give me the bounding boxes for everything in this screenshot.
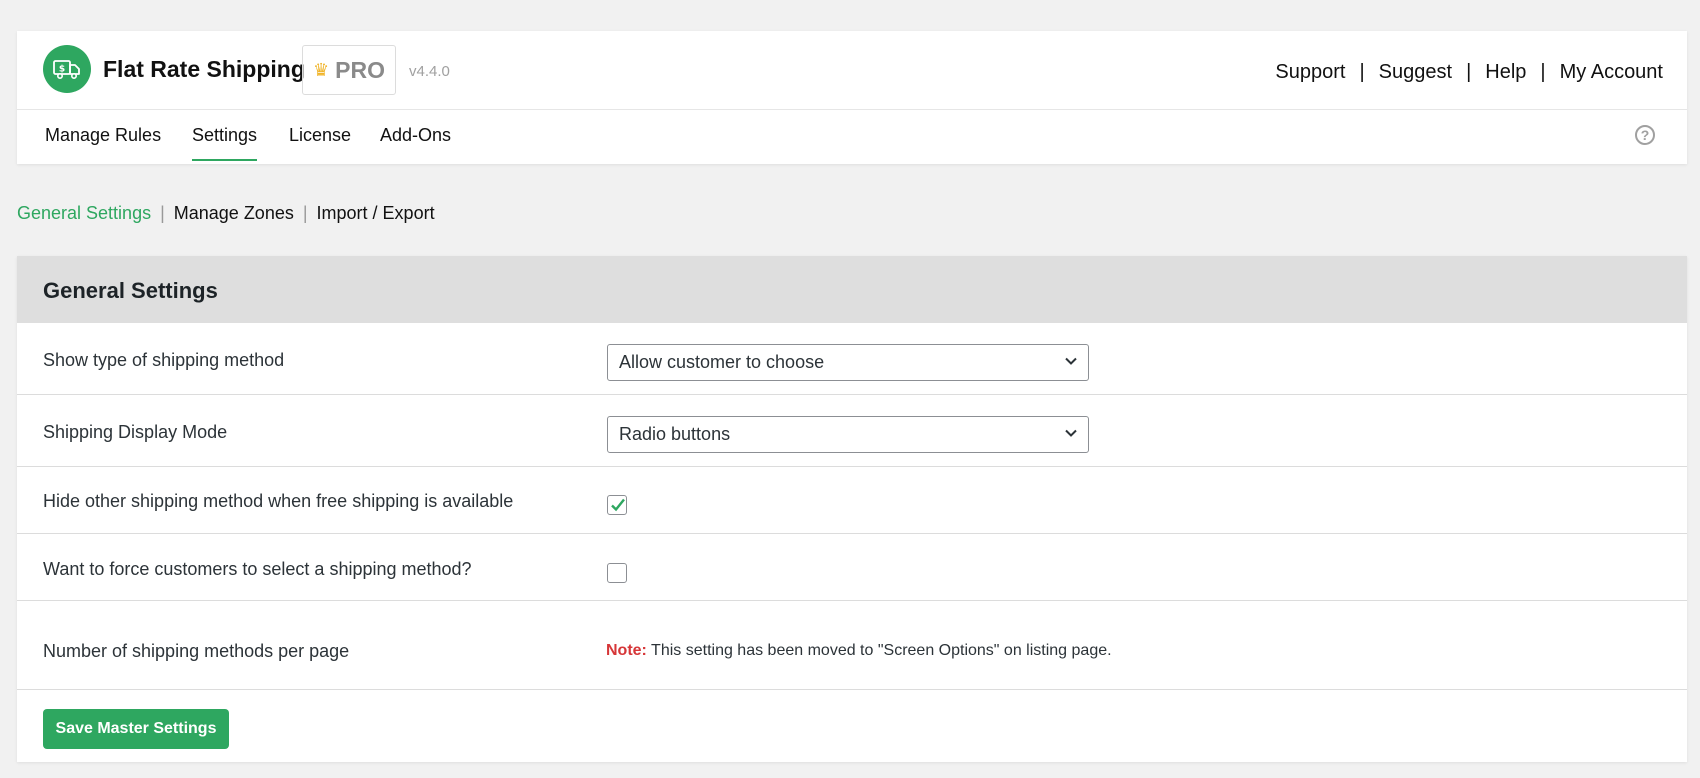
note-label: Note: — [606, 642, 647, 659]
subnav-separator: | — [160, 203, 165, 223]
setting-row-force-select: Want to force customers to select a ship… — [17, 534, 1687, 601]
link-separator: | — [1540, 61, 1546, 83]
setting-label: Want to force customers to select a ship… — [43, 559, 472, 579]
settings-subnav: General Settings | Manage Zones | Import… — [17, 203, 435, 224]
select-value: Radio buttons — [619, 424, 731, 444]
subnav-manage-zones[interactable]: Manage Zones — [174, 203, 294, 224]
subnav-general-settings[interactable]: General Settings — [17, 203, 151, 224]
checkmark-icon — [611, 498, 625, 512]
force-select-checkbox[interactable] — [607, 563, 627, 583]
link-separator: | — [1466, 61, 1472, 83]
select-value: Allow customer to choose — [619, 352, 825, 372]
note-text: This setting has been moved to "Screen O… — [646, 642, 1112, 659]
subnav-import-export[interactable]: Import / Export — [317, 203, 435, 224]
panel-title: General Settings — [43, 278, 218, 303]
header-links: Support | Suggest | Help | My Account — [1275, 61, 1663, 84]
tab-add-ons[interactable]: Add-Ons — [380, 125, 451, 159]
setting-row-display-mode: Shipping Display Mode Radio buttons — [17, 395, 1687, 467]
my-account-link[interactable]: My Account — [1560, 61, 1663, 84]
general-settings-panel: General Settings Show type of shipping m… — [17, 256, 1687, 762]
link-separator: | — [1359, 61, 1365, 83]
subnav-separator: | — [302, 203, 308, 223]
main-nav: Manage Rules Settings License Add-Ons ? — [17, 110, 1687, 165]
pro-badge[interactable]: ♛ PRO — [302, 45, 396, 95]
version-label: v4.4.0 — [409, 63, 450, 80]
tab-manage-rules[interactable]: Manage Rules — [45, 125, 161, 159]
tab-settings[interactable]: Settings — [192, 125, 258, 161]
suggest-link[interactable]: Suggest — [1379, 61, 1452, 84]
help-link[interactable]: Help — [1485, 61, 1526, 84]
shipping-truck-logo-icon: $ — [43, 45, 91, 93]
pro-label: PRO — [335, 56, 385, 83]
setting-row-shipping-method-type: Show type of shipping method Allow custo… — [17, 323, 1687, 395]
setting-label: Number of shipping methods per page — [43, 641, 350, 661]
app-title: Flat Rate Shipping — [103, 56, 305, 82]
setting-label: Hide other shipping method when free shi… — [43, 491, 514, 511]
plugin-header: $ Flat Rate Shipping ♛ PRO v4.4.0 Suppor… — [17, 31, 1687, 164]
chevron-down-icon — [1065, 429, 1077, 437]
hide-other-methods-checkbox[interactable] — [607, 495, 627, 515]
tab-license[interactable]: License — [289, 125, 351, 159]
save-master-settings-button[interactable]: Save Master Settings — [43, 709, 229, 749]
crown-icon: ♛ — [313, 59, 330, 80]
setting-label: Shipping Display Mode — [43, 422, 228, 442]
help-circle-icon[interactable]: ? — [1635, 125, 1655, 145]
setting-row-hide-other-methods: Hide other shipping method when free shi… — [17, 467, 1687, 534]
shipping-method-type-select[interactable]: Allow customer to choose — [607, 344, 1089, 381]
chevron-down-icon — [1065, 357, 1077, 365]
setting-label: Show type of shipping method — [43, 350, 285, 370]
setting-note: Note: This setting has been moved to "Sc… — [606, 642, 1112, 660]
setting-row-methods-per-page: Number of shipping methods per page Note… — [17, 601, 1687, 690]
header-topbar: $ Flat Rate Shipping ♛ PRO v4.4.0 Suppor… — [17, 31, 1687, 110]
support-link[interactable]: Support — [1275, 61, 1345, 84]
svg-text:$: $ — [59, 65, 65, 75]
panel-header: General Settings — [17, 256, 1687, 323]
display-mode-select[interactable]: Radio buttons — [607, 416, 1089, 453]
